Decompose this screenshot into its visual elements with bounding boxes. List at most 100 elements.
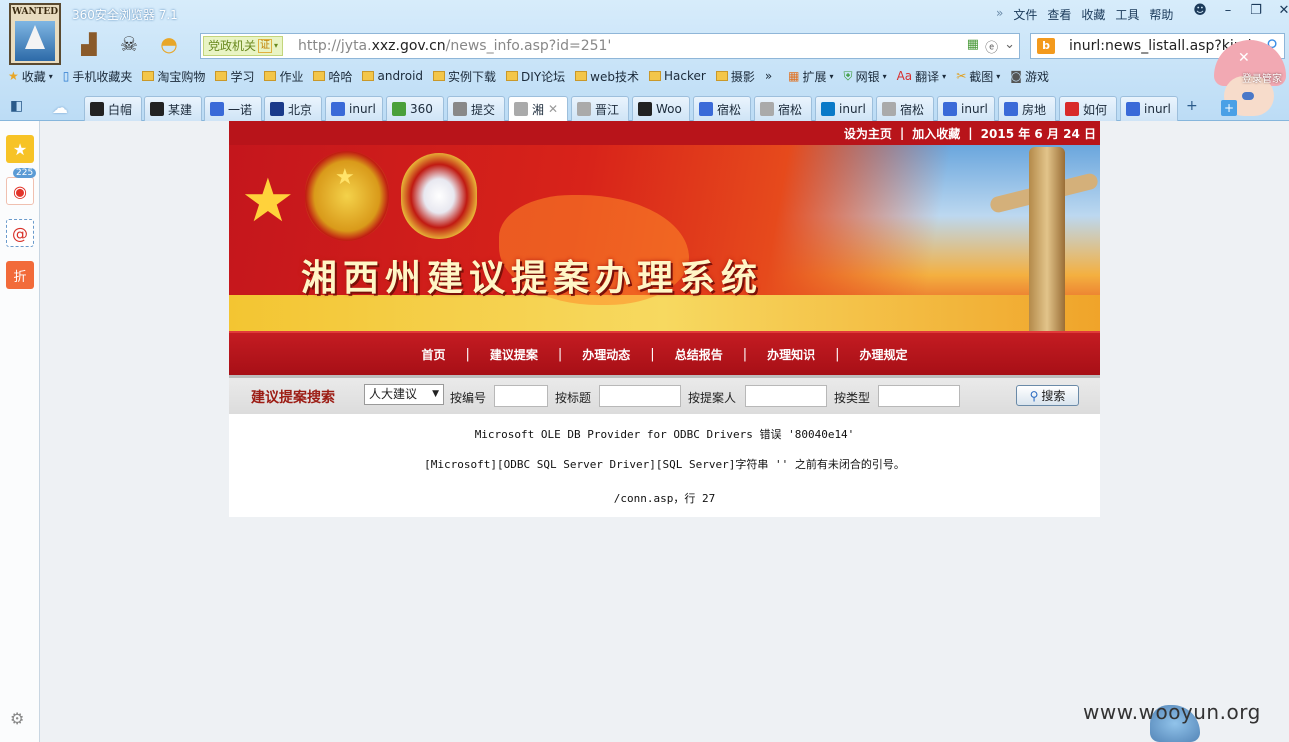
menu-help[interactable]: 帮助 [1149,6,1173,23]
extension-label: 游戏 [1024,69,1049,84]
chevron-down-icon: ▾ [996,71,1001,81]
tab-favicon-icon [699,102,713,116]
huabiao-pillar [1029,147,1065,331]
pistol-icon[interactable]: ▟ [72,30,106,58]
tab-label: 360 [410,102,433,116]
skin-icon[interactable]: ☻ [1190,3,1210,18]
nav-home[interactable]: 首页 [401,346,465,363]
set-homepage-link[interactable]: 设为主页 [844,125,892,142]
dropdown-arrow-icon[interactable]: ⌄ [1004,37,1015,56]
menu-file[interactable]: 文件 [1013,6,1037,23]
bookmark-label: 学习 [230,69,255,84]
gear-icon[interactable]: ⚙ [10,709,24,728]
star-add-icon: ★ [8,69,19,83]
cloud-icon[interactable]: ☁ [52,98,68,117]
restore-button[interactable]: ❐ [1246,3,1266,18]
mascot-avatar[interactable]: ✕ 登录管家 [1200,40,1289,122]
browser-tab[interactable]: 房地 [998,96,1056,121]
new-tab-button[interactable]: + [1186,98,1198,114]
browser-tab[interactable]: 湘 ✕ [508,96,568,121]
browser-tab[interactable]: 白帽 [84,96,142,121]
browser-tab[interactable]: 360 [386,96,444,121]
bookmark-folder[interactable]: 摄影 [715,68,755,85]
more-bookmarks-icon[interactable]: » [765,69,772,83]
skull-icon[interactable]: ☠ [112,30,146,58]
browser-tab[interactable]: 某建 [144,96,202,121]
browser-tab[interactable]: inurl [1120,96,1178,121]
bookmark-folder[interactable]: web技术 [575,68,639,85]
bookmark-favorites[interactable]: ★ 收藏 ▾ [8,68,53,85]
tab-favicon-icon [760,102,774,116]
bookmark-folder[interactable]: 学习 [215,68,254,85]
gov-site-tag[interactable]: 党政机关 证 ▾ [203,36,284,56]
bookmark-label: Hacker [664,69,706,83]
login-manager-label[interactable]: 登录管家 [1242,70,1282,85]
separator: | [968,126,973,140]
extension-label: 截图 [969,69,994,84]
ie-mode-icon[interactable]: ⓔ [985,37,998,56]
bookmark-mobile[interactable]: ▯ 手机收藏夹 [63,68,133,85]
menu-favorites[interactable]: 收藏 [1081,6,1105,23]
translate-button[interactable]: Aa 翻译 ▾ [897,68,947,85]
address-bar[interactable]: 党政机关 证 ▾ http://jyta.xxz.gov.cn/news_inf… [200,33,1020,59]
gamepad-icon: ◙ [1010,69,1022,83]
qr-code-icon[interactable]: ▦ [967,37,979,56]
bookmark-folder[interactable]: Hacker [649,69,706,83]
minimize-button[interactable]: – [1218,3,1238,18]
number-input[interactable] [494,385,548,407]
bookmark-folder[interactable]: 哈哈 [313,68,352,85]
browser-tab[interactable]: 晋江 [571,96,629,121]
mail-icon[interactable]: @ [6,219,34,247]
nav-rules[interactable]: 办理规定 [840,346,928,363]
games-button[interactable]: ◙ 游戏 [1010,68,1049,85]
sidebar-toggle-icon[interactable]: ◧ [10,98,23,114]
tab-favicon-icon [638,102,652,116]
nav-proposals[interactable]: 建议提案 [470,346,558,363]
close-button[interactable]: ✕ [1274,3,1289,18]
nav-news[interactable]: 办理动态 [562,346,650,363]
nav-knowledge[interactable]: 办理知识 [747,346,835,363]
browser-tab[interactable]: inurl [937,96,995,121]
extension-label: 网银 [855,69,880,84]
browser-tab[interactable]: 一诺 [204,96,262,121]
bookmark-folder[interactable]: 淘宝购物 [142,68,205,85]
browser-tab[interactable]: 宿松 [876,96,934,121]
add-favorite-link[interactable]: 加入收藏 [912,125,960,142]
search-button[interactable]: ⚲ 搜索 [1016,385,1079,406]
browser-tab[interactable]: 北京 [264,96,322,121]
type-input[interactable] [878,385,960,407]
menu-view[interactable]: 查看 [1047,6,1071,23]
proposer-input[interactable] [745,385,827,407]
straw-hat-icon[interactable]: ◓ [152,30,186,58]
browser-tab[interactable]: inurl [325,96,383,121]
bookmark-folder[interactable]: 作业 [264,68,303,85]
bookmark-folder[interactable]: android [362,69,423,83]
browser-tab[interactable]: Woo [632,96,690,121]
tab-label: 某建 [168,102,193,117]
browser-tab[interactable]: 如何 [1059,96,1117,121]
screenshot-button[interactable]: ✂ 截图 ▾ [956,68,1000,85]
browser-tab[interactable]: inurl [815,96,873,121]
browser-logo[interactable]: WANTED [9,3,61,65]
bookmark-label: android [377,69,424,83]
online-banking-button[interactable]: ⛨ 网银 ▾ [844,68,887,85]
tab-close-icon[interactable]: ✕ [548,102,558,116]
menu-tools[interactable]: 工具 [1115,6,1139,23]
add-icon[interactable]: + [1221,100,1237,116]
bookmark-folder[interactable]: DIY论坛 [506,68,565,85]
discount-icon[interactable]: 折 [6,261,34,289]
search-engine-icon[interactable]: b [1037,38,1055,54]
category-select[interactable]: 人大建议 ▼ [364,384,444,405]
nav-reports[interactable]: 总结报告 [655,346,743,363]
bookmark-folder[interactable]: 实例下载 [433,68,496,85]
url-text[interactable]: http://jyta.xxz.gov.cn/news_info.asp?id=… [298,38,611,54]
browser-tab[interactable]: 提交 [447,96,505,121]
weibo-icon[interactable]: ◉ [6,177,34,205]
menu-chevron-icon[interactable]: » [996,6,1003,23]
favorites-star-icon[interactable]: ★ [6,135,34,163]
tab-label: 一诺 [228,102,253,117]
browser-tab[interactable]: 宿松 [693,96,751,121]
title-input[interactable] [599,385,681,407]
browser-tab[interactable]: 宿松 [754,96,812,121]
extensions-button[interactable]: ▦ 扩展 ▾ [788,68,833,85]
